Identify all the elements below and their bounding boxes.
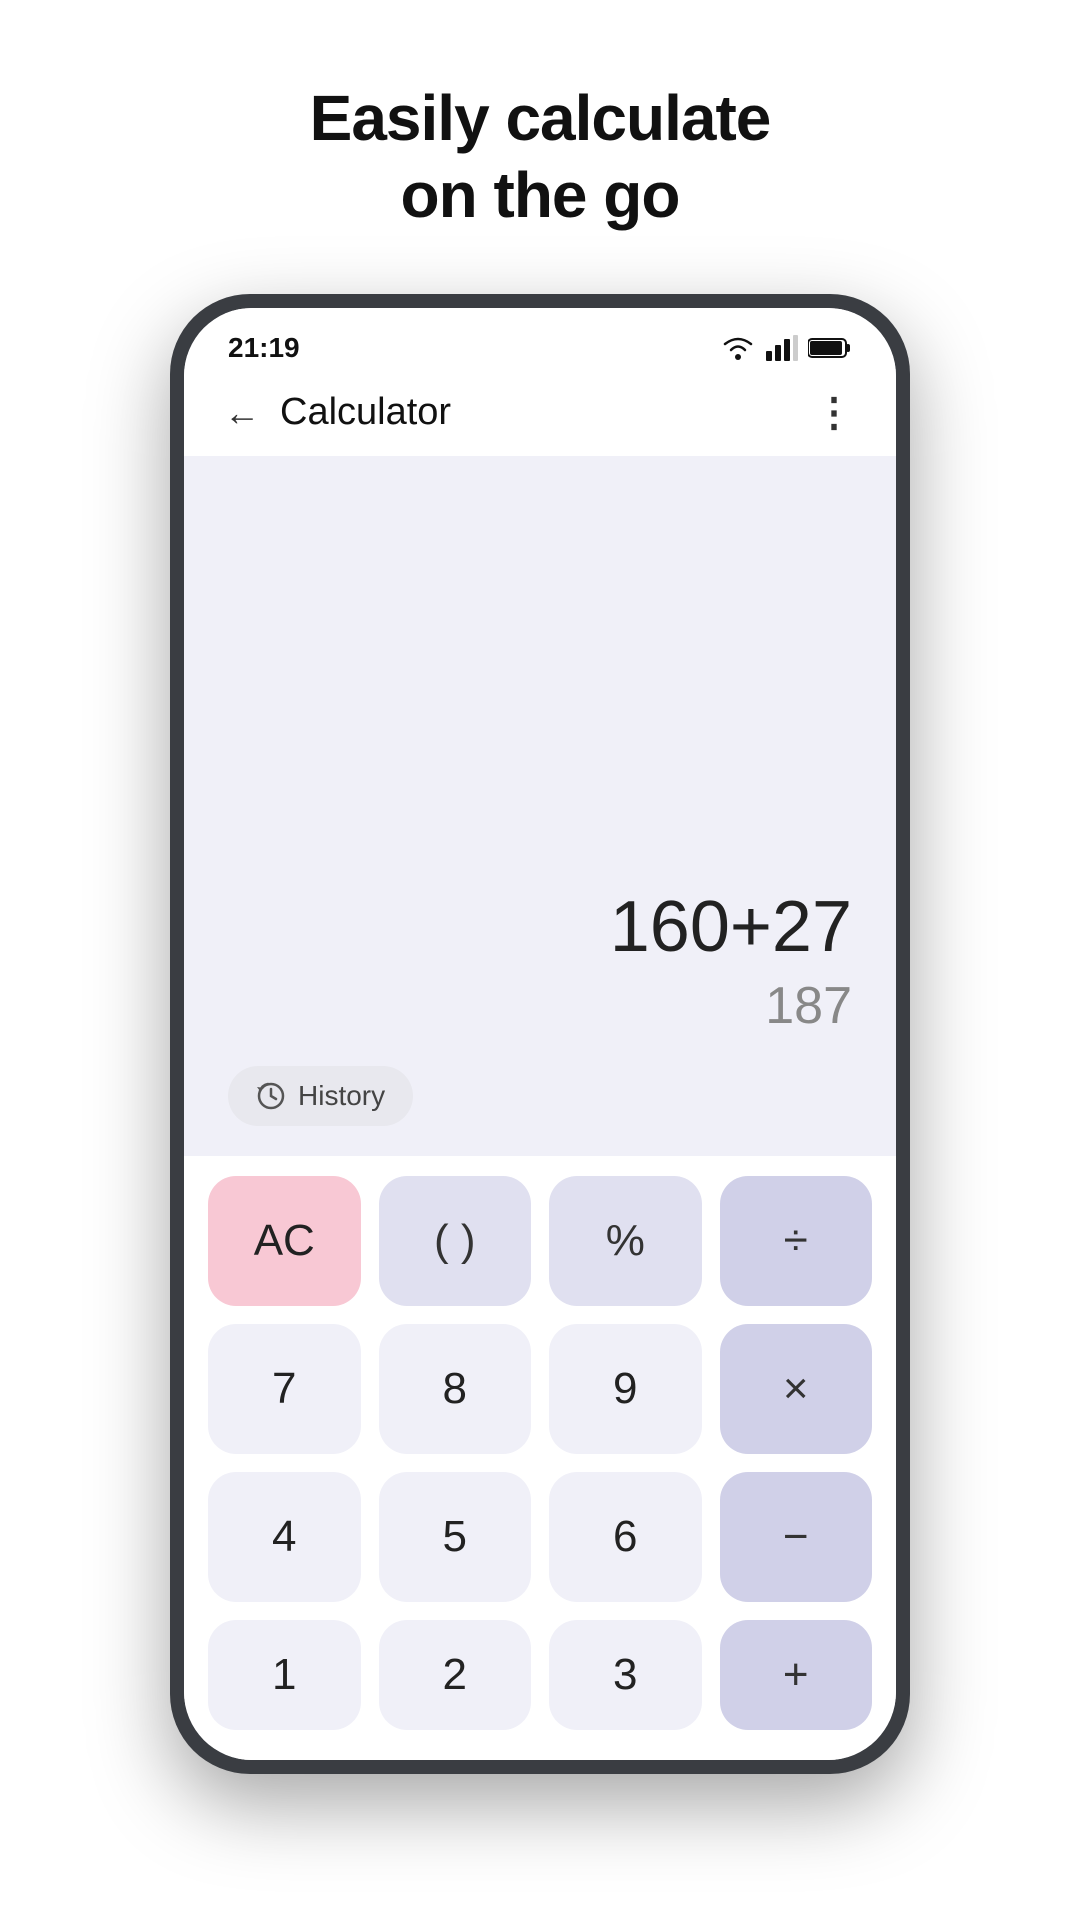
headline-line1: Easily calculate [310,82,771,154]
key-7[interactable]: 7 [208,1324,361,1454]
result-display: 187 [228,976,852,1036]
key-row-2: 7 8 9 × [208,1324,872,1454]
keypad: AC ( ) % ÷ 7 8 9 × 4 5 6 − 1 2 [184,1156,896,1760]
headline-line2: on the go [401,159,680,231]
key-ac[interactable]: AC [208,1176,361,1306]
calculator-display: 160+27 187 History [184,456,896,1156]
wifi-icon [720,335,756,361]
history-button[interactable]: History [228,1066,413,1126]
key-9[interactable]: 9 [549,1324,702,1454]
key-3[interactable]: 3 [549,1620,702,1730]
key-add[interactable]: + [720,1620,873,1730]
back-button[interactable]: ← [224,392,260,434]
app-title: Calculator [280,391,451,434]
more-menu-button[interactable]: ⋮ [814,390,856,436]
key-1[interactable]: 1 [208,1620,361,1730]
status-time: 21:19 [228,332,300,364]
status-icons [720,335,852,361]
expression-display: 160+27 [228,888,852,967]
key-row-1: AC ( ) % ÷ [208,1176,872,1306]
key-6[interactable]: 6 [549,1472,702,1602]
key-row-4: 1 2 3 + [208,1620,872,1730]
key-multiply[interactable]: × [720,1324,873,1454]
history-button-label: History [298,1080,385,1112]
key-4[interactable]: 4 [208,1472,361,1602]
key-parentheses[interactable]: ( ) [379,1176,532,1306]
key-2[interactable]: 2 [379,1620,532,1730]
phone-mockup: 21:19 [170,294,910,1774]
key-row-3: 4 5 6 − [208,1472,872,1602]
signal-icon [766,335,798,361]
key-subtract[interactable]: − [720,1472,873,1602]
status-bar: 21:19 [184,308,896,374]
key-8[interactable]: 8 [379,1324,532,1454]
history-icon [256,1081,286,1111]
key-percent[interactable]: % [549,1176,702,1306]
key-5[interactable]: 5 [379,1472,532,1602]
app-bar: ← Calculator ⋮ [184,374,896,456]
page-headline: Easily calculate on the go [310,80,771,234]
battery-icon [808,336,852,360]
key-divide[interactable]: ÷ [720,1176,873,1306]
